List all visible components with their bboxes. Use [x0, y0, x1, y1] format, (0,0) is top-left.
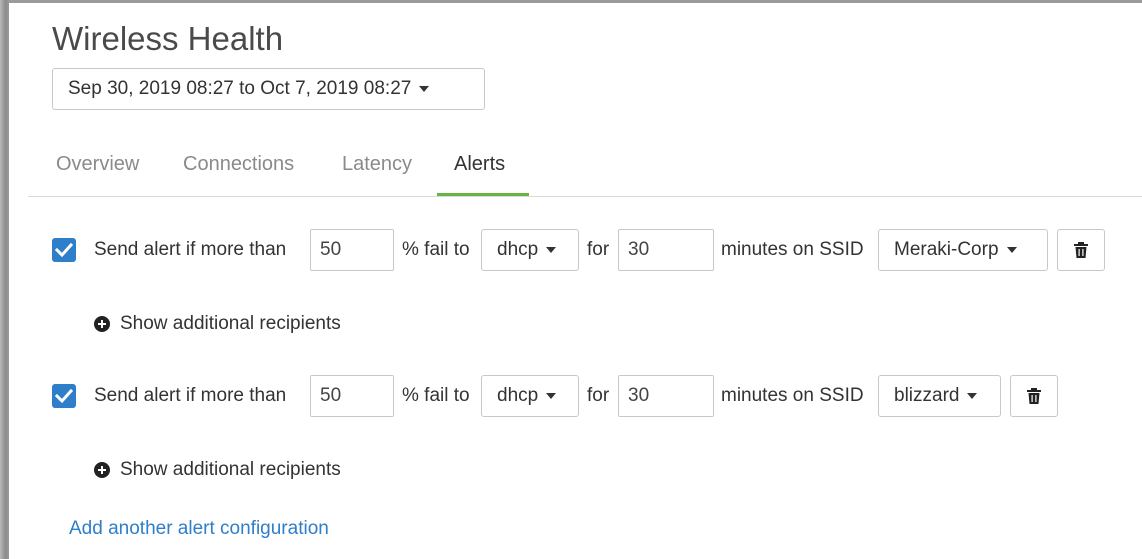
ssid-value: Meraki-Corp [894, 239, 999, 260]
tab-connections[interactable]: Connections [183, 153, 294, 193]
alert-enabled-checkbox[interactable] [52, 384, 76, 408]
tab-latency[interactable]: Latency [342, 153, 412, 193]
ssid-select[interactable]: blizzard [878, 375, 1001, 417]
delete-alert-button[interactable] [1010, 375, 1058, 417]
for-text: for [587, 385, 610, 406]
caret-down-icon [1006, 247, 1017, 253]
failure-type-value: dhcp [497, 385, 539, 406]
minutes-on-ssid-text: minutes on SSID [721, 385, 864, 406]
alert-row: Send alert if more than 50 % fail to dhc… [52, 229, 1112, 271]
plus-circle-icon [94, 316, 110, 332]
delete-alert-button[interactable] [1057, 229, 1105, 271]
failure-type-value: dhcp [497, 239, 539, 260]
active-tab-indicator [437, 193, 529, 196]
caret-down-icon [546, 393, 557, 399]
add-alert-configuration-link[interactable]: Add another alert configuration [69, 518, 329, 540]
caret-down-icon [419, 86, 430, 92]
window-frame-left [0, 0, 9, 559]
show-recipients-label: Show additional recipients [120, 459, 341, 480]
checkmark-icon [55, 388, 73, 404]
tab-overview[interactable]: Overview [56, 153, 139, 193]
plus-circle-icon [94, 462, 110, 478]
failure-type-select[interactable]: dhcp [481, 375, 579, 417]
trash-icon [1074, 242, 1088, 258]
ssid-value: blizzard [894, 385, 960, 406]
tab-bar: Overview Connections Latency Alerts [28, 140, 1142, 197]
show-recipients-label: Show additional recipients [120, 313, 341, 334]
alert-row: Send alert if more than 50 % fail to dhc… [52, 375, 1062, 417]
alert-prefix-text: Send alert if more than [94, 239, 287, 260]
checkmark-icon [55, 242, 73, 258]
date-range-dropdown[interactable]: Sep 30, 2019 08:27 to Oct 7, 2019 08:27 [52, 68, 485, 110]
ssid-select[interactable]: Meraki-Corp [878, 229, 1048, 271]
window-frame-top [9, 0, 1142, 3]
minutes-input[interactable]: 30 [618, 229, 714, 271]
caret-down-icon [967, 393, 978, 399]
caret-down-icon [546, 247, 557, 253]
minutes-input[interactable]: 30 [618, 375, 714, 417]
alert-prefix-text: Send alert if more than [94, 385, 287, 406]
minutes-on-ssid-text: minutes on SSID [721, 239, 864, 260]
failure-type-select[interactable]: dhcp [481, 229, 579, 271]
alert-enabled-checkbox[interactable] [52, 238, 76, 262]
fail-to-text: % fail to [402, 385, 470, 406]
trash-icon [1027, 388, 1041, 404]
threshold-input[interactable]: 50 [310, 375, 394, 417]
show-recipients-toggle[interactable]: Show additional recipients [94, 459, 341, 481]
for-text: for [587, 239, 610, 260]
page-title: Wireless Health [52, 20, 284, 57]
tab-alerts[interactable]: Alerts [454, 153, 505, 193]
show-recipients-toggle[interactable]: Show additional recipients [94, 313, 341, 335]
fail-to-text: % fail to [402, 239, 470, 260]
threshold-input[interactable]: 50 [310, 229, 394, 271]
date-range-label: Sep 30, 2019 08:27 to Oct 7, 2019 08:27 [68, 78, 412, 99]
